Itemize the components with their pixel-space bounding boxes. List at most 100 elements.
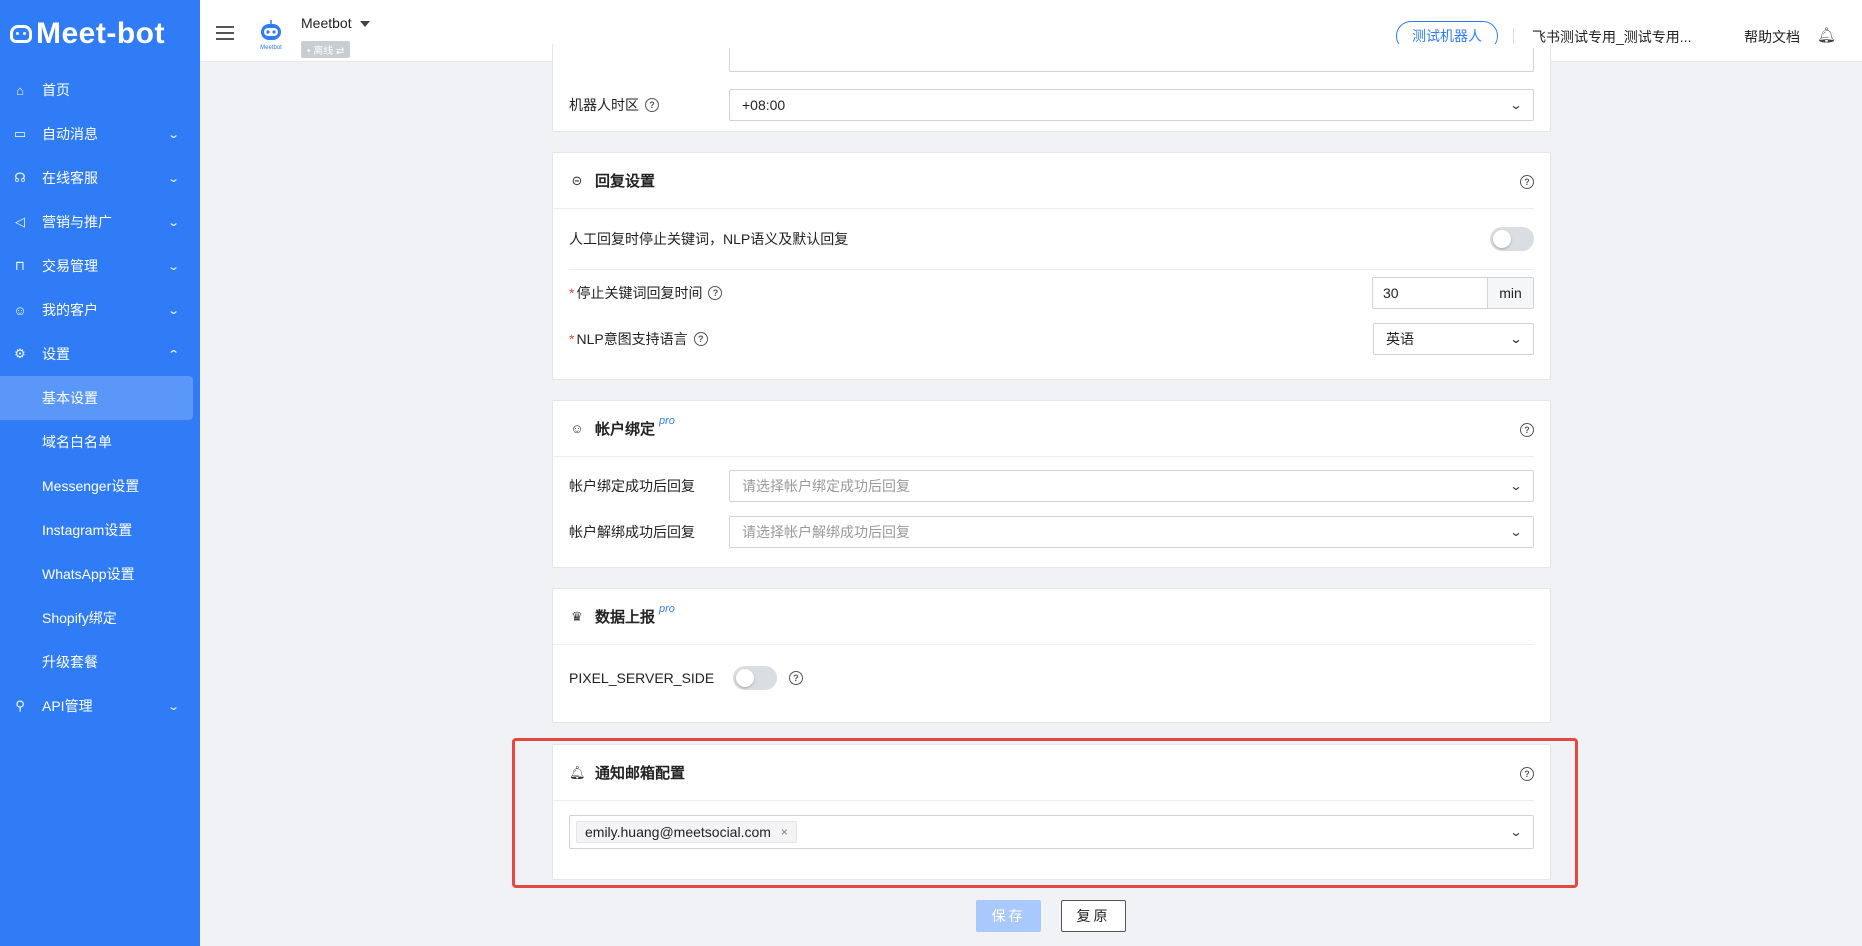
unbind-reply-row: 帐户解绑成功后回复 请选择帐户解绑成功后回复 ⌄ [553,509,1550,555]
notify-email-card: 🔔︎ 通知邮箱配置 ? emily.huang@meetsocial.com ×… [552,744,1551,880]
sidebar-subitem-instagram[interactable]: Instagram设置 [0,508,200,552]
sidebar-item-customers[interactable]: ☺ 我的客户 ⌄ [0,288,200,332]
chevron-down-icon: ⌄ [166,172,180,185]
data-report-title: 数据上报 [595,609,656,626]
required-mark: * [569,331,575,347]
sidebar-item-marketing[interactable]: ◁ 营销与推广 ⌄ [0,200,200,244]
timezone-label: 机器人时区 [569,97,639,113]
nlp-lang-label: NLP意图支持语言 [576,331,688,347]
unbind-reply-placeholder: 请选择帐户解绑成功后回复 [742,524,910,540]
chevron-up-icon: ⌃ [166,348,180,361]
required-mark: * [569,285,575,301]
pixel-server-side-row: PIXEL_SERVER_SIDE ? [553,655,1550,701]
sidebar-subitem-messenger[interactable]: Messenger设置 [0,464,200,508]
bind-reply-placeholder: 请选择帐户绑定成功后回复 [742,478,910,494]
unbind-reply-select[interactable]: 请选择帐户解绑成功后回复 ⌄ [729,516,1534,548]
notify-email-header: 🔔︎ 通知邮箱配置 ? [553,745,1534,801]
nlp-lang-select[interactable]: 英语 ⌄ [1373,323,1534,355]
help-wrap: ? [1520,420,1534,437]
bind-reply-select[interactable]: 请选择帐户绑定成功后回复 ⌄ [729,470,1534,502]
caret-down-icon [359,21,370,28]
save-button[interactable]: 保存 [976,900,1041,932]
stop-time-input[interactable]: 30 [1372,277,1488,309]
org-selector[interactable]: 飞书测试专用_测试专用... [1532,27,1700,47]
avatar-caption: Meetbot [260,45,282,51]
notify-email-select[interactable]: emily.huang@meetsocial.com × ⌄ [569,815,1534,849]
help-icon[interactable]: ? [708,286,723,300]
chevron-down-icon: ⌄ [1509,525,1523,539]
sidebar-subitem-basic-settings[interactable]: 基本设置 [0,376,193,420]
sidebar-item-label: 自动消息 [42,126,98,142]
sidebar-item-auto-message[interactable]: ▭ 自动消息 ⌄ [0,112,200,156]
sidebar-item-label: 首页 [42,82,70,98]
brand-logo[interactable]: Meet-bot [0,0,200,68]
stop-on-human-row: 人工回复时停止关键词，NLP语义及默认回复 [553,209,1550,269]
timezone-value: +08:00 [742,97,786,113]
notify-email-title: 通知邮箱配置 [595,765,686,782]
sidebar: Meet-bot ⌂ 首页 ▭ 自动消息 ⌄ ☊ 在线客服 ⌄ ◁ 营销与推广 … [0,0,200,946]
chevron-down-icon: ⌄ [1509,825,1523,839]
stop-time-input-group: 30 min [1372,277,1534,309]
chevron-down-icon: ⌄ [1509,98,1523,112]
bell-icon[interactable]: 🔔︎ [1817,26,1836,44]
sidebar-item-settings[interactable]: ⚙ 设置 ⌃ [0,332,200,376]
help-icon[interactable]: ? [645,98,659,112]
account-binding-header: ☺ 帐户绑定 pro ? [553,401,1534,457]
help-docs-link[interactable]: 帮助文档 [1744,27,1800,47]
stop-time-unit: min [1488,277,1534,309]
pro-badge: pro [659,602,675,615]
email-tag: emily.huang@meetsocial.com × [576,821,797,843]
stop-on-human-toggle[interactable] [1490,227,1534,251]
sidebar-item-label: API管理 [42,698,93,714]
help-icon[interactable]: ? [1520,423,1534,437]
sidebar-item-home[interactable]: ⌂ 首页 [0,68,200,112]
account-binding-card: ☺ 帐户绑定 pro ? 帐户绑定成功后回复 请选择帐户绑定成功后回复 ⌄ 帐户… [552,400,1551,568]
menu-collapse-icon[interactable] [216,26,234,40]
chevron-down-icon: ⌄ [166,260,180,273]
gear-icon: ⚙ [14,346,26,361]
close-icon[interactable]: × [781,825,788,839]
chevron-down-icon: ⌄ [166,216,180,229]
sidebar-item-label: 交易管理 [42,258,98,274]
prev-field-select[interactable] [729,48,1534,72]
sidebar-item-api[interactable]: ⚲ API管理 ⌄ [0,684,200,728]
help-wrap: ? [1520,764,1534,781]
sidebar-item-label: 营销与推广 [42,214,112,230]
sidebar-nav: ⌂ 首页 ▭ 自动消息 ⌄ ☊ 在线客服 ⌄ ◁ 营销与推广 ⌄ ⊓ 交易管理 … [0,68,200,728]
bell-icon: 🔔︎ [569,764,586,780]
timezone-select[interactable]: +08:00 ⌄ [729,89,1534,121]
stop-time-label-wrap: * 停止关键词回复时间 ? [569,283,723,303]
sidebar-subitem-domain-whitelist[interactable]: 域名白名单 [0,420,200,464]
pixel-server-side-label: PIXEL_SERVER_SIDE [569,670,715,686]
help-icon[interactable]: ? [1520,767,1534,781]
unbind-reply-label: 帐户解绑成功后回复 [569,524,695,540]
bot-selector[interactable]: Meetbot [301,15,370,31]
sidebar-subitem-whatsapp[interactable]: WhatsApp设置 [0,552,200,596]
timezone-row: 机器人时区 ? +08:00 ⌄ [553,82,1550,128]
sidebar-item-online-service[interactable]: ☊ 在线客服 ⌄ [0,156,200,200]
timezone-label-wrap: 机器人时区 ? [569,95,659,115]
sidebar-item-label: 在线客服 [42,170,98,186]
sidebar-item-label: 设置 [42,346,70,362]
chevron-down-icon: ⌄ [1509,479,1523,493]
bot-avatar[interactable]: Meetbot [255,18,287,52]
help-icon[interactable]: ? [693,332,708,346]
reply-settings-title: 回复设置 [595,173,656,190]
sidebar-subitem-shopify[interactable]: Shopify绑定 [0,596,200,640]
bot-status-badge[interactable]: • 离线 ⇄ [301,41,351,58]
data-report-header: ♛ 数据上报 pro [553,589,1534,645]
help-icon[interactable]: ? [1520,175,1534,189]
bot-name: Meetbot [301,15,352,31]
basic-settings-card: 机器人时区 ? +08:00 ⌄ [552,44,1551,132]
email-tag-label: emily.huang@meetsocial.com [585,824,771,840]
header-divider [1513,28,1514,44]
message-icon: ▭ [13,126,27,141]
stop-time-row: * 停止关键词回复时间 ? 30 min [553,270,1550,316]
reply-settings-header: ⊝ 回复设置 ? [553,153,1534,209]
reply-settings-card: ⊝ 回复设置 ? 人工回复时停止关键词，NLP语义及默认回复 * 停止关键词回复时… [552,152,1551,380]
sidebar-subitem-upgrade[interactable]: 升级套餐 [0,640,200,684]
help-icon[interactable]: ? [789,671,803,685]
reset-button[interactable]: 复原 [1061,900,1126,932]
sidebar-item-trade[interactable]: ⊓ 交易管理 ⌄ [0,244,200,288]
pixel-server-side-toggle[interactable] [733,666,777,690]
